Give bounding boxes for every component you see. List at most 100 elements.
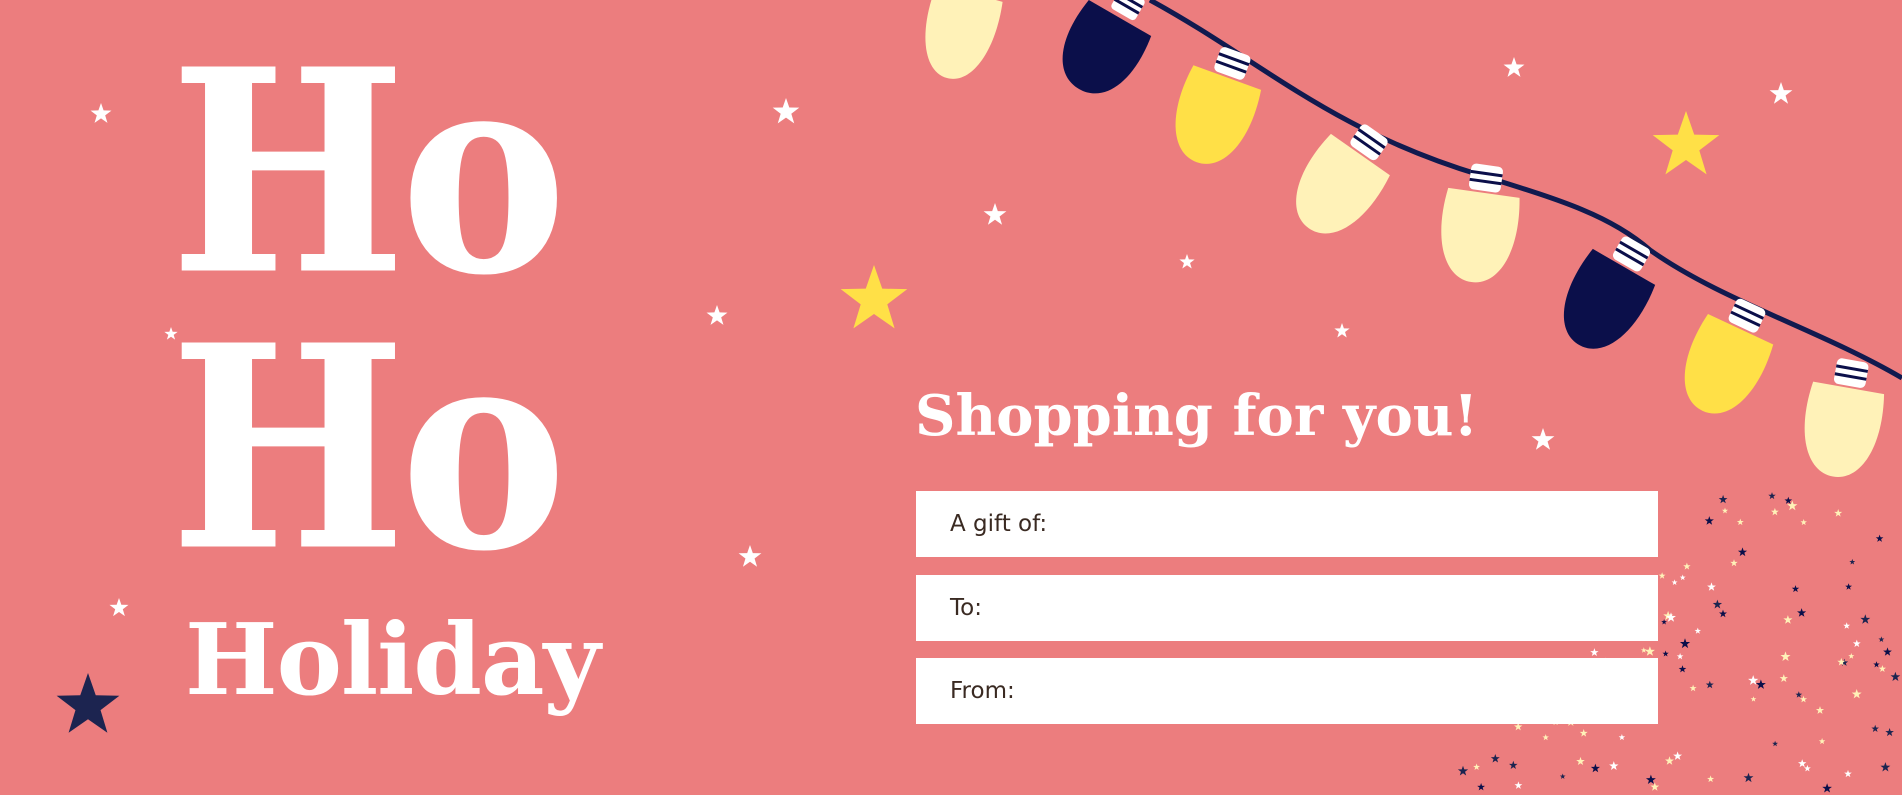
confetti-star bbox=[1755, 679, 1766, 689]
confetti-star bbox=[1851, 689, 1862, 699]
confetti-star bbox=[1779, 674, 1788, 683]
confetti-star bbox=[1800, 519, 1807, 526]
confetti-star bbox=[1768, 492, 1776, 500]
confetti-star bbox=[1490, 754, 1500, 763]
confetti-star bbox=[1618, 734, 1626, 741]
light-bulb-icon bbox=[925, 0, 1003, 79]
confetti-star bbox=[1860, 614, 1871, 624]
light-bulb-icon bbox=[1804, 358, 1885, 477]
confetti-star bbox=[1719, 609, 1727, 618]
gift-of-label: A gift of: bbox=[950, 511, 1048, 537]
confetti-star bbox=[1871, 724, 1880, 733]
gift-card: Ho Ho Holiday Shopping for you! A gift o… bbox=[0, 0, 1902, 795]
confetti-star bbox=[1880, 762, 1891, 772]
confetti-star bbox=[1844, 769, 1852, 778]
confetti-star bbox=[1676, 653, 1684, 660]
confetti-star bbox=[1704, 516, 1714, 525]
light-bulb-icon bbox=[1441, 163, 1520, 283]
confetti-star bbox=[1771, 507, 1779, 516]
confetti-star bbox=[1798, 759, 1807, 768]
star-icon bbox=[109, 598, 129, 617]
star-icon bbox=[1769, 82, 1793, 104]
confetti-star bbox=[1822, 783, 1832, 793]
confetti-star bbox=[1797, 608, 1807, 617]
from-field[interactable]: From: bbox=[916, 658, 1658, 724]
light-bulb-icon bbox=[1684, 298, 1774, 414]
star-icon bbox=[1531, 428, 1555, 450]
confetti-star bbox=[1878, 636, 1885, 643]
confetti-star bbox=[1878, 665, 1887, 672]
confetti-star bbox=[1644, 646, 1655, 656]
headline-line-2: Ho bbox=[170, 283, 567, 613]
star-icon bbox=[90, 103, 112, 123]
confetti-star bbox=[1590, 763, 1600, 773]
confetti-star bbox=[1815, 706, 1825, 714]
confetti-star bbox=[1640, 647, 1647, 653]
star-icon bbox=[772, 98, 800, 124]
confetti-star bbox=[1852, 639, 1861, 648]
star-icon bbox=[1179, 254, 1195, 269]
confetti-star bbox=[1737, 547, 1748, 557]
confetti-star bbox=[1750, 696, 1757, 702]
confetti-star bbox=[1665, 756, 1674, 765]
confetti-star bbox=[1658, 572, 1666, 579]
star-icon bbox=[1503, 57, 1525, 77]
confetti-star bbox=[1849, 558, 1856, 565]
confetti-star bbox=[1718, 494, 1728, 504]
confetti-star bbox=[1559, 773, 1566, 779]
star-icon bbox=[983, 203, 1007, 225]
confetti-star bbox=[1873, 661, 1880, 668]
confetti-star bbox=[1662, 650, 1669, 657]
confetti-star bbox=[1579, 729, 1588, 737]
confetti-star bbox=[1457, 765, 1469, 776]
confetti-star bbox=[1772, 740, 1779, 747]
confetti-star bbox=[1834, 509, 1843, 517]
confetti-star bbox=[1707, 582, 1716, 591]
confetti-star bbox=[1542, 734, 1549, 741]
confetti-star bbox=[1679, 574, 1686, 581]
confetti-star bbox=[1679, 638, 1691, 649]
confetti-star bbox=[1650, 782, 1660, 791]
confetti-star bbox=[1673, 751, 1683, 760]
confetti-star bbox=[1743, 772, 1754, 783]
confetti-star bbox=[1712, 599, 1723, 609]
confetti-star bbox=[1736, 518, 1744, 526]
confetti-star bbox=[1843, 622, 1851, 629]
headline-line-1: Ho bbox=[170, 7, 567, 337]
gift-of-field[interactable]: A gift of: bbox=[916, 491, 1658, 557]
star-icon bbox=[1652, 111, 1720, 175]
to-label: To: bbox=[950, 595, 982, 621]
confetti-star bbox=[1791, 585, 1800, 593]
confetti-star bbox=[1783, 615, 1793, 624]
confetti-star bbox=[1784, 496, 1793, 504]
star-icon bbox=[1334, 323, 1350, 338]
confetti-star bbox=[1477, 783, 1485, 791]
light-bulb-icon bbox=[1296, 124, 1390, 234]
confetti-star bbox=[1671, 579, 1678, 586]
light-bulb-icon bbox=[1062, 0, 1152, 94]
confetti-star bbox=[1707, 775, 1715, 783]
confetti-star bbox=[1845, 583, 1853, 590]
confetti-star bbox=[1514, 781, 1523, 789]
star-icon bbox=[840, 265, 908, 329]
confetti-star bbox=[1885, 728, 1894, 737]
confetti-star bbox=[1509, 760, 1518, 769]
confetti-star bbox=[1609, 761, 1619, 770]
from-label: From: bbox=[950, 678, 1015, 704]
confetti-star bbox=[1721, 507, 1729, 514]
star-icon bbox=[706, 305, 728, 325]
confetti-star bbox=[1661, 619, 1667, 625]
to-field[interactable]: To: bbox=[916, 575, 1658, 641]
confetti-star bbox=[1473, 763, 1481, 771]
confetti-star bbox=[1883, 647, 1892, 656]
light-string-icon bbox=[1148, 0, 1902, 381]
subtitle: Holiday bbox=[185, 603, 600, 718]
confetti-star bbox=[1689, 684, 1697, 692]
light-bulb-icon bbox=[1563, 236, 1656, 349]
star-icon bbox=[56, 673, 120, 733]
confetti-star bbox=[1645, 774, 1656, 785]
confetti-star bbox=[1799, 695, 1808, 703]
confetti-star bbox=[1694, 627, 1702, 634]
confetti-star bbox=[1590, 648, 1599, 657]
confetti-star bbox=[1780, 651, 1791, 661]
